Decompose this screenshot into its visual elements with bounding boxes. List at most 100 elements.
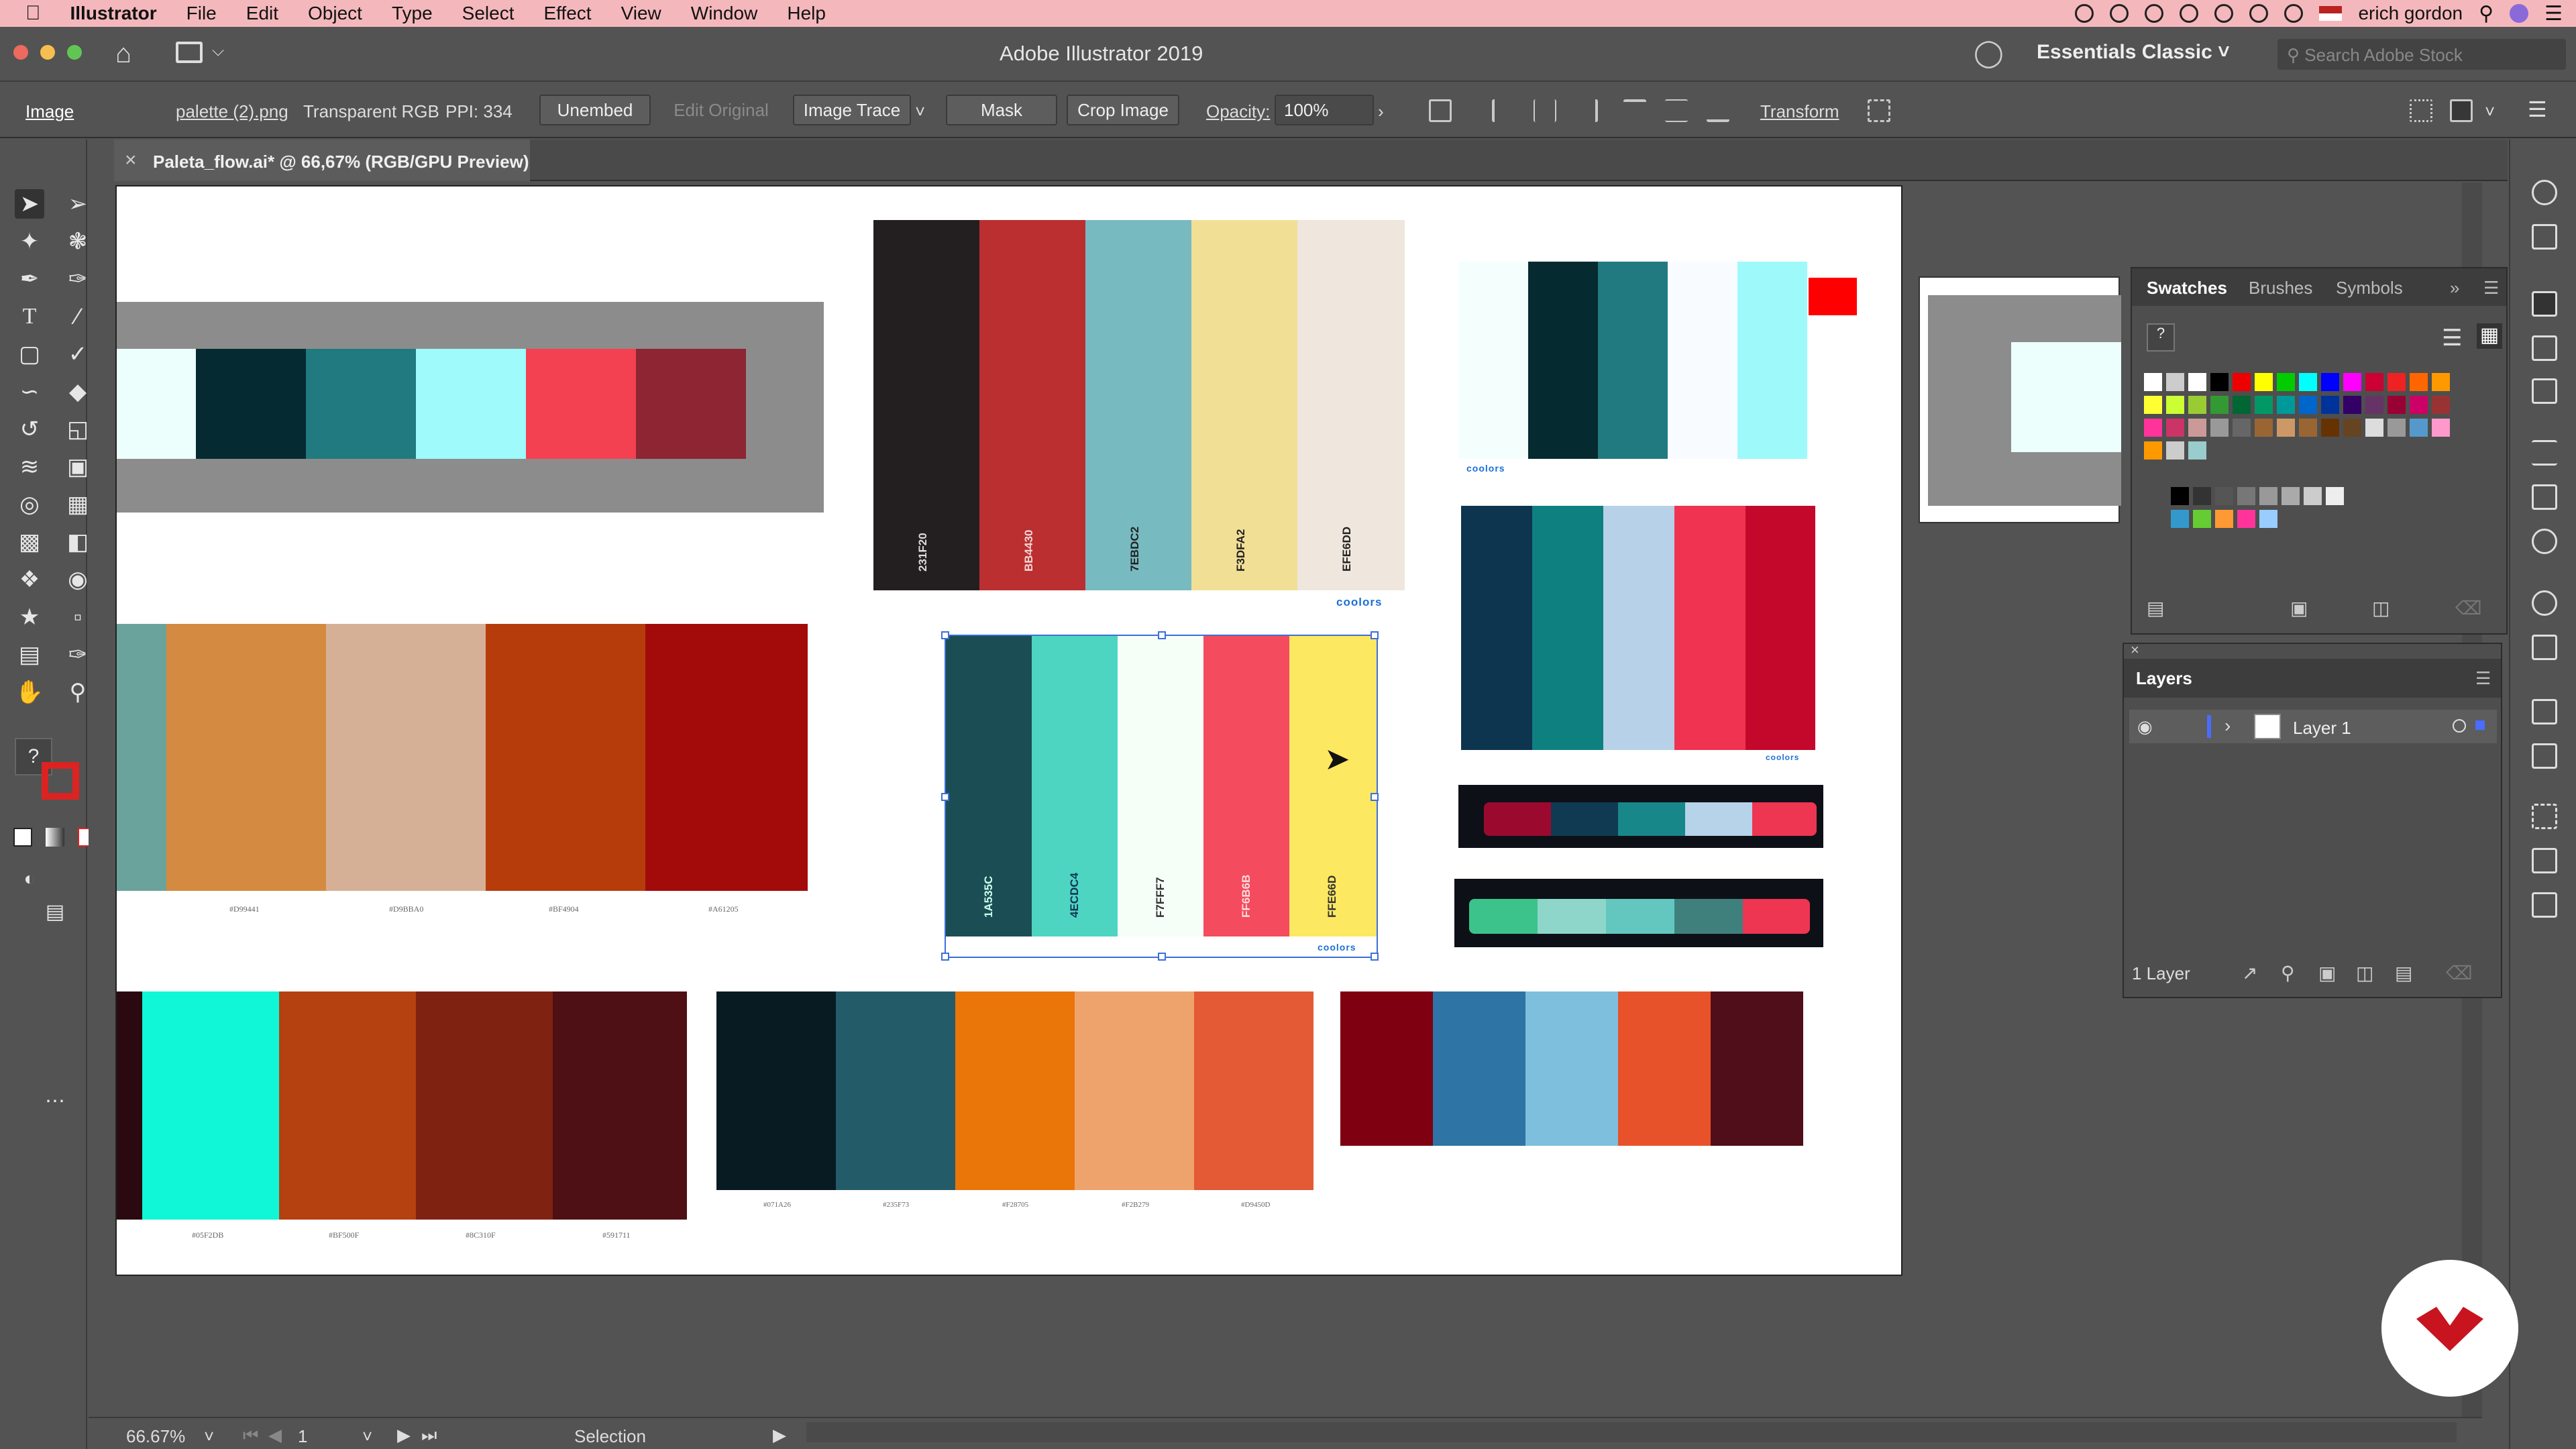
appearance-panel-icon[interactable] <box>2532 590 2557 616</box>
resize-handle[interactable] <box>1371 953 1379 961</box>
close-panel-icon[interactable]: × <box>2131 641 2139 659</box>
color-swatch[interactable] <box>2321 419 2339 437</box>
color-swatch[interactable] <box>2210 373 2229 391</box>
draw-mode-icon[interactable]: ◐ <box>15 864 44 894</box>
panel-menu-icon[interactable]: ☰ <box>2483 278 2499 299</box>
linked-file-link[interactable]: palette (2).png <box>176 101 288 122</box>
close-tab-icon[interactable]: × <box>125 149 137 172</box>
user-name[interactable]: erich gordon <box>2358 3 2463 24</box>
rotate-tool-icon[interactable]: ↺ <box>15 415 44 444</box>
color-swatch[interactable] <box>2255 396 2273 414</box>
gradient-icon[interactable] <box>46 828 64 847</box>
crop-image-button[interactable]: Crop Image <box>1067 95 1179 125</box>
flag-icon[interactable] <box>2319 6 2343 21</box>
hand-tool-icon[interactable]: ✋ <box>15 678 44 707</box>
resize-handle[interactable] <box>1371 793 1379 801</box>
chevron-down-icon[interactable]: ˅ <box>2485 101 2495 122</box>
eyedropper-icon[interactable]: ❖ <box>15 565 44 594</box>
close-window-button[interactable] <box>13 45 28 60</box>
color-swatch[interactable] <box>2410 373 2428 391</box>
pathfinder-icon[interactable] <box>2532 743 2557 769</box>
selection-type-label[interactable]: Image <box>25 101 74 122</box>
volume-icon[interactable] <box>2284 4 2304 23</box>
new-color-group-icon[interactable]: ▣ <box>2290 597 2308 619</box>
color-swatch[interactable] <box>2282 487 2300 505</box>
bluetooth-icon[interactable] <box>2214 4 2234 23</box>
color-swatch[interactable] <box>2343 419 2361 437</box>
align-bottom-icon[interactable] <box>1707 99 1729 122</box>
palette-image-3[interactable]: coolors <box>1458 262 1814 479</box>
color-swatch[interactable] <box>2166 441 2184 460</box>
minimize-window-button[interactable] <box>40 45 55 60</box>
color-swatch[interactable] <box>2215 510 2233 528</box>
color-swatch[interactable] <box>2432 373 2450 391</box>
align-middle-icon[interactable] <box>1665 99 1688 122</box>
layer-target-icon[interactable] <box>2453 719 2466 733</box>
transparency-panel-icon[interactable] <box>2532 529 2557 554</box>
swatches-panel-icon[interactable] <box>2532 291 2557 317</box>
color-swatch[interactable] <box>2321 373 2339 391</box>
menu-file[interactable]: File <box>172 3 231 24</box>
stroke-swatch[interactable] <box>42 762 79 800</box>
first-artboard-icon[interactable]: ⏮ <box>243 1425 258 1446</box>
transform-link[interactable]: Transform <box>1760 101 1839 122</box>
palette-image-2[interactable]: 231F20 BB4430 7EBDC2 F3DFA2 EFE6DD <box>873 220 1405 590</box>
fill-none-icon[interactable] <box>13 828 32 847</box>
color-swatch[interactable] <box>2432 396 2450 414</box>
delete-swatch-icon[interactable]: ⌫ <box>2455 597 2482 619</box>
palette-image-6[interactable] <box>1458 785 1823 848</box>
lightbulb-icon[interactable]: ◯ <box>1974 38 2004 68</box>
properties-panel-icon[interactable] <box>2450 99 2473 122</box>
resize-handle[interactable] <box>941 953 949 961</box>
menu-view[interactable]: View <box>606 3 676 24</box>
color-swatch[interactable] <box>2365 419 2383 437</box>
graphic-styles-icon[interactable] <box>2532 635 2557 660</box>
align-left-icon[interactable] <box>1492 99 1515 122</box>
record-icon[interactable] <box>2075 4 2094 23</box>
resize-handle[interactable] <box>1158 953 1166 961</box>
palette-image-5[interactable]: coolors <box>1458 506 1817 762</box>
align-to-icon[interactable] <box>1429 99 1452 122</box>
rectangle-tool-icon[interactable]: ▢ <box>15 339 44 369</box>
color-swatch[interactable] <box>2166 396 2184 414</box>
color-swatch[interactable] <box>2166 419 2184 437</box>
color-swatch[interactable] <box>2166 373 2184 391</box>
color-swatch[interactable] <box>2237 487 2255 505</box>
type-tool-icon[interactable]: T <box>15 302 44 331</box>
color-swatch[interactable] <box>2299 419 2317 437</box>
status-menu-icon[interactable]: ▶ <box>773 1425 786 1446</box>
zoom-dropdown-icon[interactable]: ˅ <box>204 1426 214 1447</box>
new-folder-icon[interactable]: ◫ <box>2372 597 2390 619</box>
color-swatch[interactable] <box>2233 419 2251 437</box>
palette-image-9[interactable] <box>1340 991 1803 1166</box>
image-trace-button[interactable]: Image Trace <box>793 95 911 125</box>
resize-handle[interactable] <box>941 631 949 639</box>
panel-menu-icon[interactable]: ☰ <box>2475 668 2491 689</box>
new-sublayer-icon[interactable]: ◫ <box>2356 962 2373 984</box>
color-swatch[interactable] <box>2193 510 2211 528</box>
symbols-panel-icon[interactable] <box>2532 378 2557 404</box>
artboard[interactable]: 231F20 BB4430 7EBDC2 F3DFA2 EFE6DD coolo… <box>115 185 1902 1276</box>
menu-help[interactable]: Help <box>772 3 841 24</box>
menu-app[interactable]: Illustrator <box>56 3 172 24</box>
palette-image-7[interactable]: #05F2DB #BF500F #8C310F #591711 <box>117 991 687 1260</box>
dropbox-icon[interactable] <box>2145 4 2164 23</box>
mesh-tool-icon[interactable]: ▩ <box>15 527 44 557</box>
palette-image-1[interactable] <box>117 302 824 513</box>
edit-original-button[interactable]: Edit Original <box>661 95 781 125</box>
color-swatch[interactable] <box>2255 373 2273 391</box>
color-swatch[interactable] <box>2144 396 2162 414</box>
color-swatch[interactable] <box>2343 373 2361 391</box>
color-swatch[interactable] <box>2299 373 2317 391</box>
brushes-panel-icon[interactable] <box>2532 335 2557 361</box>
arrange-panels-icon[interactable] <box>2410 99 2432 122</box>
locate-object-icon[interactable]: ⚲ <box>2281 962 2295 984</box>
image-trace-dropdown-icon[interactable]: ˅ <box>915 101 925 122</box>
color-swatch[interactable] <box>2299 396 2317 414</box>
artboard-number-input[interactable]: 1 <box>298 1426 307 1447</box>
layer-row[interactable]: ◉ › Layer 1 <box>2129 710 2497 743</box>
collect-export-icon[interactable]: ↗ <box>2242 962 2257 984</box>
color-swatch[interactable] <box>2326 487 2344 505</box>
creative-cloud-icon[interactable] <box>2180 4 2199 23</box>
zoom-level[interactable]: 66.67% <box>126 1426 185 1447</box>
